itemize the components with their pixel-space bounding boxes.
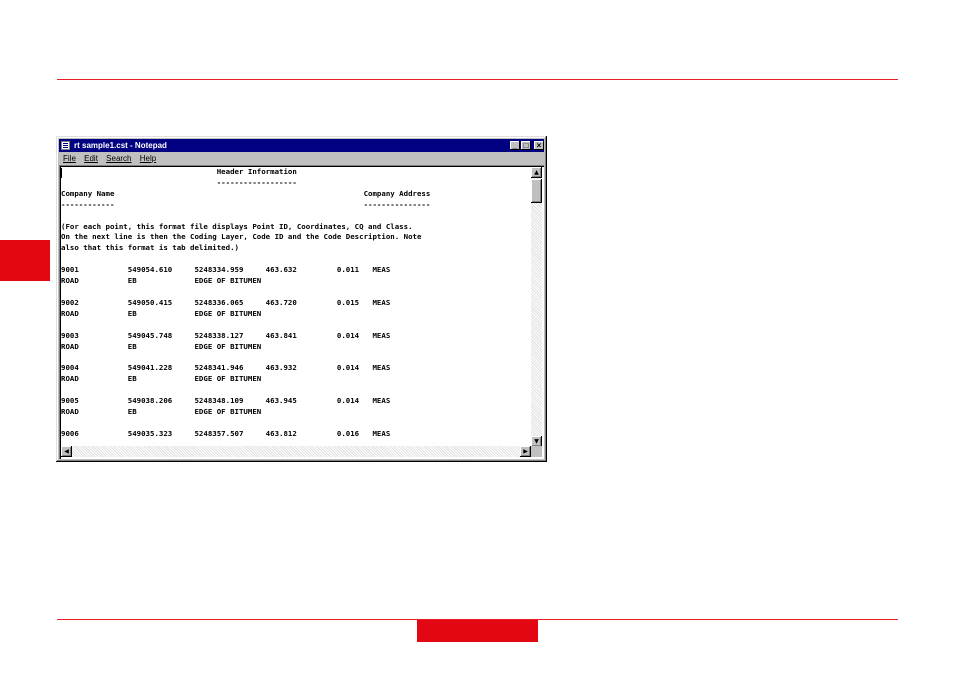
document-line: ------------------ [61,177,297,187]
scroll-up-arrow-icon[interactable]: ▲ [531,167,542,178]
document-line: ROAD EB EDGE OF BITUMEN [61,276,262,286]
document-line: 9005 549038.206 5248348.109 463.945 0.01… [61,396,391,406]
document-line: Company Name Company Address [61,188,431,198]
close-button[interactable]: × [534,141,544,150]
notepad-window: rt sample1.cst - Notepad _ □ × File Edit… [56,136,547,462]
document-line: 9006 549035.323 5248357.507 463.812 0.01… [61,428,391,438]
document-line: ROAD EB EDGE OF BITUMEN [61,374,262,384]
horizontal-scrollbar[interactable]: ◀ ▶ [61,446,531,457]
document-line: 9003 549045.748 5248338.127 463.841 0.01… [61,330,391,340]
document-line: 9001 549054.610 5248334.959 463.632 0.01… [61,265,391,275]
scrollbar-corner [531,446,542,457]
document-line: ROAD EB EDGE OF BITUMEN [61,308,262,318]
scroll-right-arrow-icon[interactable]: ▶ [520,446,531,457]
text-editor[interactable]: Header Information ------------------ Com… [59,165,544,459]
maximize-button[interactable]: □ [521,141,531,150]
vertical-scrollbar[interactable]: ▲ ▼ [531,167,542,447]
document-line: 9002 549050.415 5248336.065 463.720 0.01… [61,297,391,307]
document-line: On the next line is then the Coding Laye… [61,232,422,242]
document-line: 9004 549041.228 5248341.946 463.932 0.01… [61,363,391,373]
chapter-tab [0,240,50,281]
notepad-icon[interactable] [61,141,70,150]
minimize-button[interactable]: _ [510,141,520,150]
menu-bar: File Edit Search Help [59,153,158,164]
vertical-scroll-thumb[interactable] [531,179,542,203]
document-line: ROAD EB EDGE OF BITUMEN [61,341,262,351]
document-line: Header Information [61,167,297,176]
menu-edit[interactable]: Edit [84,154,98,163]
menu-file[interactable]: File [63,154,76,163]
window-title: rt sample1.cst - Notepad [74,141,167,150]
menu-search[interactable]: Search [106,154,131,163]
title-bar[interactable]: rt sample1.cst - Notepad _ □ × [59,139,544,152]
menu-help[interactable]: Help [140,154,156,163]
document-line: also that this format is tab delimited.) [61,243,239,253]
document-text[interactable]: Header Information ------------------ Com… [61,167,531,447]
page-top-rule [57,79,898,80]
scroll-left-arrow-icon[interactable]: ◀ [61,446,72,457]
document-line: (For each point, this format file displa… [61,221,413,231]
document-line: ROAD EB EDGE OF BITUMEN [61,406,262,416]
page-footer-tab [417,620,538,642]
document-line: ------------ --------------- [61,199,431,209]
